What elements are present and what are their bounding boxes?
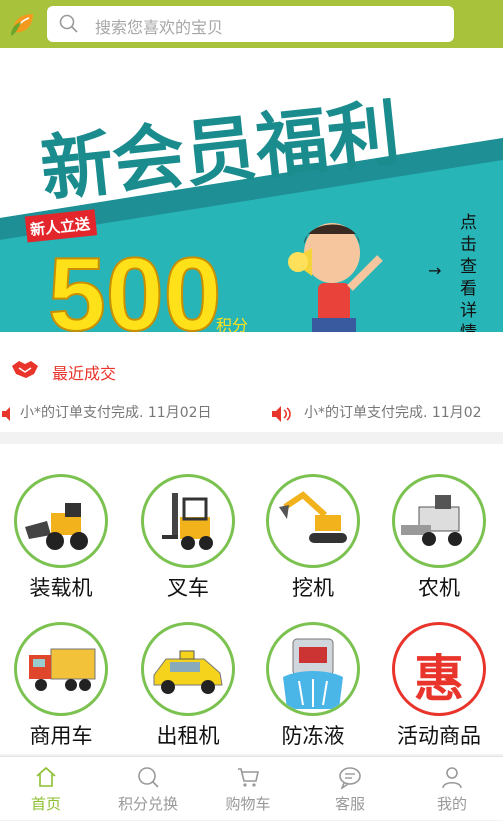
banner-side-text-2: 击 bbox=[460, 235, 477, 255]
category-label: 活动商品 bbox=[397, 724, 481, 748]
home-icon bbox=[36, 766, 56, 787]
category-label: 防冻液 bbox=[281, 724, 345, 748]
tab-points-exchange[interactable]: 积分兑换 bbox=[98, 757, 198, 821]
search-input[interactable]: 搜索您喜欢的宝贝 bbox=[95, 14, 223, 38]
tab-label: 积分兑换 bbox=[117, 795, 178, 813]
search-icon bbox=[138, 767, 159, 788]
tab-home[interactable]: 首页 bbox=[0, 757, 96, 821]
banner-side-text-6: 情 bbox=[460, 323, 477, 332]
promo-icon: 惠 bbox=[392, 622, 486, 716]
deals-ticker: 小*的订单支付完成. 11月02日 小*的订单支付完成. 11月02 bbox=[0, 402, 503, 426]
tab-cart[interactable]: 购物车 bbox=[198, 757, 298, 821]
tab-label: 我的 bbox=[436, 795, 467, 813]
tab-customer-service[interactable]: 客服 bbox=[300, 757, 400, 821]
banner-side-text-4: 看 bbox=[460, 279, 477, 299]
logo-icon bbox=[11, 14, 33, 36]
tab-label: 首页 bbox=[30, 795, 61, 813]
category-excavator[interactable]: 挖机 bbox=[258, 444, 368, 600]
category-harvester[interactable]: 农机 bbox=[384, 444, 494, 600]
deal-item: 小*的订单支付完成. 11月02 bbox=[304, 405, 482, 421]
category-grid: 装载机 叉车 挖机 农机 商用车 出租机 防冻液 惠 活动商品 bbox=[0, 444, 503, 754]
banner-number: 500 bbox=[48, 237, 222, 332]
speaker-icon bbox=[2, 407, 10, 421]
forklift-icon bbox=[141, 474, 235, 568]
category-label: 商用车 bbox=[29, 724, 93, 748]
loader-icon bbox=[14, 474, 108, 568]
search-bar[interactable]: 搜索您喜欢的宝贝 bbox=[47, 6, 454, 42]
handshake-icon bbox=[12, 361, 38, 378]
banner-artwork: 新会员福利 新人立送 500 积分 点 击 查 看 详 情 → bbox=[0, 48, 503, 332]
category-forklift[interactable]: 叉车 bbox=[133, 444, 243, 600]
speaker-icon bbox=[272, 406, 291, 422]
tab-profile[interactable]: 我的 bbox=[402, 757, 502, 821]
tab-label: 客服 bbox=[334, 795, 365, 813]
category-promotions[interactable]: 惠 活动商品 bbox=[384, 592, 494, 748]
banner-side-text-1: 点 bbox=[460, 213, 477, 233]
banner-points-unit: 积分 bbox=[216, 316, 248, 332]
top-bar: 搜索您喜欢的宝贝 bbox=[0, 0, 503, 48]
promo-symbol: 惠 bbox=[414, 650, 464, 708]
harvester-icon bbox=[392, 474, 486, 568]
truck-icon bbox=[14, 622, 108, 716]
cart-icon bbox=[238, 768, 259, 787]
excavator-icon bbox=[266, 474, 360, 568]
search-icon bbox=[59, 14, 78, 33]
tab-label: 购物车 bbox=[225, 795, 271, 813]
user-icon bbox=[442, 767, 462, 789]
category-label: 出租机 bbox=[156, 724, 220, 748]
chat-icon bbox=[339, 767, 361, 789]
banner-side-text-3: 查 bbox=[460, 257, 477, 277]
banner-side-text-5: 详 bbox=[460, 301, 477, 321]
category-loader[interactable]: 装载机 bbox=[6, 444, 116, 600]
category-truck[interactable]: 商用车 bbox=[6, 592, 116, 748]
deal-item: 小*的订单支付完成. 11月02日 bbox=[20, 405, 212, 421]
banner-arrow: → bbox=[428, 261, 441, 280]
taxi-icon bbox=[141, 622, 235, 716]
antifreeze-icon bbox=[266, 622, 360, 716]
promo-banner[interactable]: 新会员福利 新人立送 500 积分 点 击 查 看 详 情 → bbox=[0, 48, 503, 332]
recent-deals-title: 最近成交 bbox=[52, 364, 117, 383]
category-antifreeze[interactable]: 防冻液 bbox=[258, 592, 368, 748]
bottom-tab-bar: 首页 积分兑换 购物车 客服 我的 bbox=[0, 756, 503, 820]
category-taxi[interactable]: 出租机 bbox=[133, 592, 243, 748]
recent-deals-section: 最近成交 小*的订单支付完成. 11月02日 小*的订单支付完成. 11月02 bbox=[0, 332, 503, 432]
